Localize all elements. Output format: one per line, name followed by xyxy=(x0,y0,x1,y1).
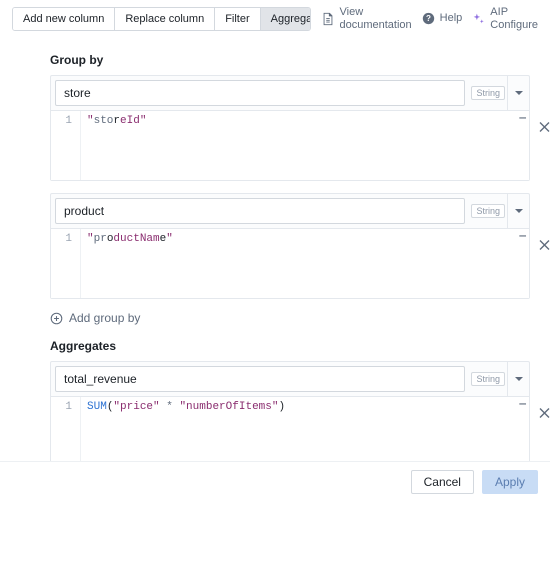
aip-line1: AIP xyxy=(490,6,538,19)
groupby-row: String 1"productName"— xyxy=(50,193,536,299)
toolbar: Add new column Replace column Filter Agg… xyxy=(0,0,550,37)
type-dropdown[interactable] xyxy=(507,194,529,228)
help-icon: ? xyxy=(422,12,435,25)
line-number: 1 xyxy=(51,229,81,298)
remove-groupby-button[interactable] xyxy=(535,117,550,140)
remove-groupby-button[interactable] xyxy=(535,235,550,258)
tab-filter[interactable]: Filter xyxy=(215,8,260,30)
type-badge: String xyxy=(471,372,505,386)
aggregates-list: String 1SUM("price" * "numberOfItems")— xyxy=(14,361,536,467)
tab-group: Add new column Replace column Filter Agg… xyxy=(12,7,311,31)
aggregate-name-input[interactable] xyxy=(55,366,465,392)
sparkle-icon xyxy=(472,12,485,25)
remove-aggregate-button[interactable] xyxy=(535,403,550,426)
help-label: Help xyxy=(440,12,463,25)
apply-button[interactable]: Apply xyxy=(482,470,538,494)
chevron-down-icon xyxy=(514,206,524,216)
collapse-icon[interactable]: — xyxy=(519,113,525,125)
tab-add-column[interactable]: Add new column xyxy=(13,8,115,30)
code-body[interactable]: "storeId" xyxy=(81,111,529,180)
aip-configure-link[interactable]: AIP Configure xyxy=(472,6,538,31)
close-icon xyxy=(539,408,550,419)
help-link[interactable]: ? Help xyxy=(422,12,463,25)
aggregate-card: String 1SUM("price" * "numberOfItems")— xyxy=(50,361,530,467)
add-groupby-label: Add group by xyxy=(69,311,140,325)
plus-circle-icon xyxy=(50,312,63,325)
groupby-name-input[interactable] xyxy=(55,80,465,106)
expression-editor[interactable]: 1"productName"— xyxy=(51,228,529,298)
line-number: 1 xyxy=(51,111,81,180)
collapse-icon[interactable]: — xyxy=(519,231,525,243)
expression-editor[interactable]: 1SUM("price" * "numberOfItems")— xyxy=(51,396,529,466)
line-number: 1 xyxy=(51,397,81,466)
view-documentation-link[interactable]: View documentation xyxy=(321,6,412,31)
code-body[interactable]: "productName" xyxy=(81,229,529,298)
collapse-icon[interactable]: — xyxy=(519,399,525,411)
view-doc-line2: documentation xyxy=(340,19,412,32)
svg-text:?: ? xyxy=(426,14,431,23)
tab-aggregate[interactable]: Aggregate xyxy=(261,8,311,30)
groupby-list: String1"storeId"—String1"productName"— xyxy=(14,75,536,299)
groupby-card: String 1"productName"— xyxy=(50,193,530,299)
chevron-down-icon xyxy=(514,88,524,98)
expression-editor[interactable]: 1"storeId"— xyxy=(51,110,529,180)
type-badge: String xyxy=(471,86,505,100)
cancel-button[interactable]: Cancel xyxy=(411,470,474,494)
groupby-title: Group by xyxy=(50,53,536,67)
aggregate-row: String 1SUM("price" * "numberOfItems")— xyxy=(50,361,536,467)
document-icon xyxy=(321,12,335,26)
aggregates-title: Aggregates xyxy=(50,339,536,353)
close-icon xyxy=(539,122,550,133)
type-badge: String xyxy=(471,204,505,218)
footer: Cancel Apply xyxy=(0,461,550,502)
close-icon xyxy=(539,240,550,251)
aip-line2: Configure xyxy=(490,19,538,32)
type-dropdown[interactable] xyxy=(507,76,529,110)
chevron-down-icon xyxy=(514,374,524,384)
groupby-row: String 1"storeId"— xyxy=(50,75,536,181)
groupby-card: String 1"storeId"— xyxy=(50,75,530,181)
add-groupby-button[interactable]: Add group by xyxy=(50,311,536,325)
groupby-name-input[interactable] xyxy=(55,198,465,224)
type-dropdown[interactable] xyxy=(507,362,529,396)
code-body[interactable]: SUM("price" * "numberOfItems") xyxy=(81,397,529,466)
view-doc-line1: View xyxy=(340,6,412,19)
tab-replace-column[interactable]: Replace column xyxy=(115,8,215,30)
